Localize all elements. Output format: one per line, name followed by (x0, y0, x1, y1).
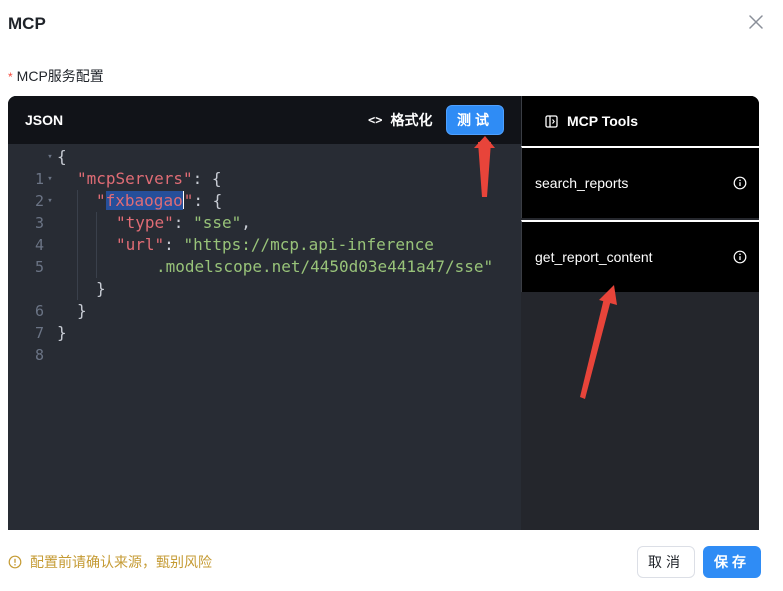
code-token: : { (192, 169, 222, 188)
field-label-text: MCP服务配置 (16, 68, 104, 84)
code-token: { (57, 147, 67, 166)
tool-item-search-reports[interactable]: search_reports (521, 146, 759, 218)
code-token: : (164, 235, 184, 254)
code-token: " (96, 191, 106, 210)
info-icon (8, 555, 22, 569)
code-line: 6 } (8, 278, 521, 320)
field-label: * MCP服务配置 (8, 66, 104, 86)
code-token: "url" (116, 235, 165, 254)
close-icon (749, 15, 763, 29)
code-line: 8 } (8, 322, 521, 364)
indent-guide (77, 234, 78, 256)
code-icon: <> (368, 113, 383, 127)
code-line: 3 ▾ "fxbaogao": { (8, 190, 521, 232)
format-button[interactable]: <> 格式化 (368, 110, 432, 130)
code-token: " (183, 191, 194, 210)
code-token: : { (193, 191, 223, 210)
tools-header: MCP Tools (521, 96, 759, 146)
json-editor[interactable]: JSON <> 格式化 测试 1 ▾ { 2 ▾ "mcpServers": { (8, 96, 521, 530)
close-button[interactable] (746, 12, 766, 32)
indent-guide (96, 256, 97, 278)
indent-guide (77, 256, 78, 278)
fold-chevron-icon[interactable]: ▾ (44, 168, 56, 190)
cancel-button[interactable]: 取消 (637, 546, 695, 578)
dialog-title: MCP (8, 14, 46, 33)
risk-warning-text: 配置前请确认来源，甄别风险 (30, 554, 212, 570)
tool-name: get_report_content (535, 249, 653, 265)
code-token: .modelscope.net/4450d03e441a47/sse" (156, 257, 494, 276)
save-button[interactable]: 保存 (703, 546, 761, 578)
code-token: : (173, 213, 194, 232)
code-token: } (57, 323, 67, 342)
code-line: 5 "url": "https://mcp.api-inference (8, 234, 521, 276)
fold-chevron-icon[interactable]: ▾ (44, 146, 56, 168)
code-token: , (241, 213, 251, 232)
indent-guide (77, 212, 78, 234)
info-icon[interactable] (733, 176, 747, 190)
code-token: "https://mcp.api-inference (183, 235, 434, 254)
mcp-dialog: MCP * MCP服务配置 JSON <> 格式化 测试 1 ▾ {2 ▾ "… (0, 0, 783, 591)
code-line-wrapped: .modelscope.net/4450d03e441a47/sse" (8, 256, 521, 278)
test-button[interactable]: 测试 (446, 105, 504, 135)
code-line: 7 } (8, 300, 521, 342)
code-token: "sse" (193, 213, 242, 232)
required-mark: * (8, 70, 13, 84)
format-label: 格式化 (390, 112, 433, 128)
line-number: 8 (34, 346, 44, 364)
tool-name: search_reports (535, 175, 629, 191)
editor-header: JSON <> 格式化 测试 (8, 96, 521, 144)
selected-text: fxbaogao (105, 191, 183, 210)
mcp-tools-panel: MCP Tools search_reports get_report_cont… (521, 96, 759, 530)
fold-chevron-icon[interactable]: ▾ (44, 190, 56, 212)
risk-warning: 配置前请确认来源，甄别风险 (8, 552, 212, 572)
code-token: "mcpServers" (77, 169, 193, 188)
indent-guide (77, 278, 78, 300)
tool-item-get-report-content[interactable]: get_report_content (521, 220, 759, 292)
code-token: } (77, 301, 87, 320)
code-token: } (96, 279, 106, 298)
indent-guide (96, 212, 97, 234)
indent-guide (77, 190, 78, 212)
panel-icon (545, 114, 558, 128)
code-line: 4 "type": "sse", (8, 212, 521, 254)
code-token: "type" (116, 213, 174, 232)
code-area[interactable]: 1 ▾ { 2 ▾ "mcpServers": { 3 ▾ "fxbaogao"… (8, 146, 521, 364)
code-line: 1 ▾ { (8, 146, 521, 188)
info-icon[interactable] (733, 250, 747, 264)
json-tab[interactable]: JSON (25, 112, 63, 128)
tools-title: MCP Tools (567, 113, 639, 129)
code-line: 2 ▾ "mcpServers": { (8, 168, 521, 210)
indent-guide (96, 234, 97, 256)
